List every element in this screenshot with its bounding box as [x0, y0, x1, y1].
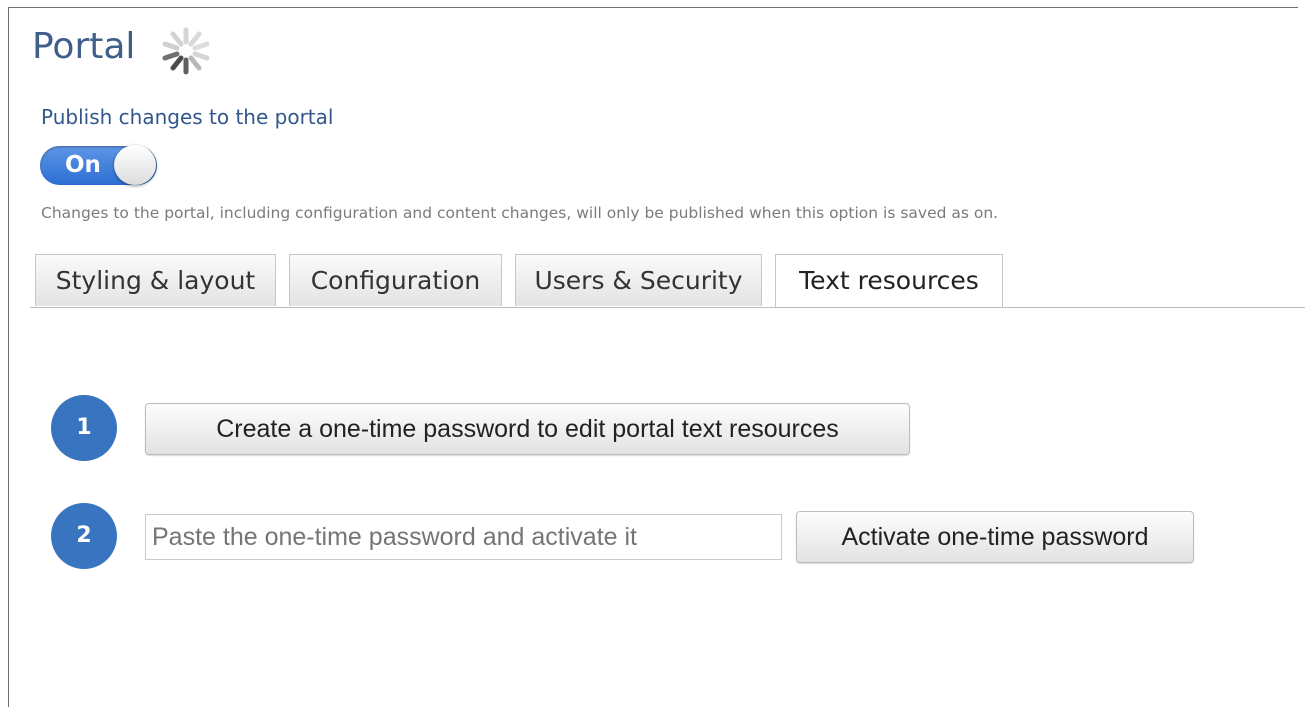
- publish-help-text: Changes to the portal, including configu…: [41, 204, 999, 222]
- settings-tabs: Styling & layout Configuration Users & S…: [35, 254, 1305, 308]
- step-2-badge: 2: [51, 503, 117, 569]
- one-time-password-input[interactable]: [145, 514, 782, 560]
- page-title: Portal: [32, 26, 136, 67]
- activate-one-time-password-button[interactable]: Activate one-time password: [796, 511, 1194, 563]
- loading-spinner-icon: [162, 27, 210, 75]
- toggle-knob[interactable]: [114, 145, 156, 185]
- publish-changes-label: Publish changes to the portal: [41, 105, 334, 129]
- create-one-time-password-button[interactable]: Create a one-time password to edit porta…: [145, 403, 910, 455]
- tab-configuration[interactable]: Configuration: [289, 254, 502, 306]
- tab-styling-layout[interactable]: Styling & layout: [35, 254, 276, 306]
- toggle-state-label: On: [65, 152, 101, 178]
- tab-users-security[interactable]: Users & Security: [515, 254, 762, 306]
- step-1-badge: 1: [51, 395, 117, 461]
- publish-toggle[interactable]: On: [40, 145, 157, 185]
- tab-text-resources[interactable]: Text resources: [775, 254, 1003, 308]
- tab-divider: [30, 307, 1305, 308]
